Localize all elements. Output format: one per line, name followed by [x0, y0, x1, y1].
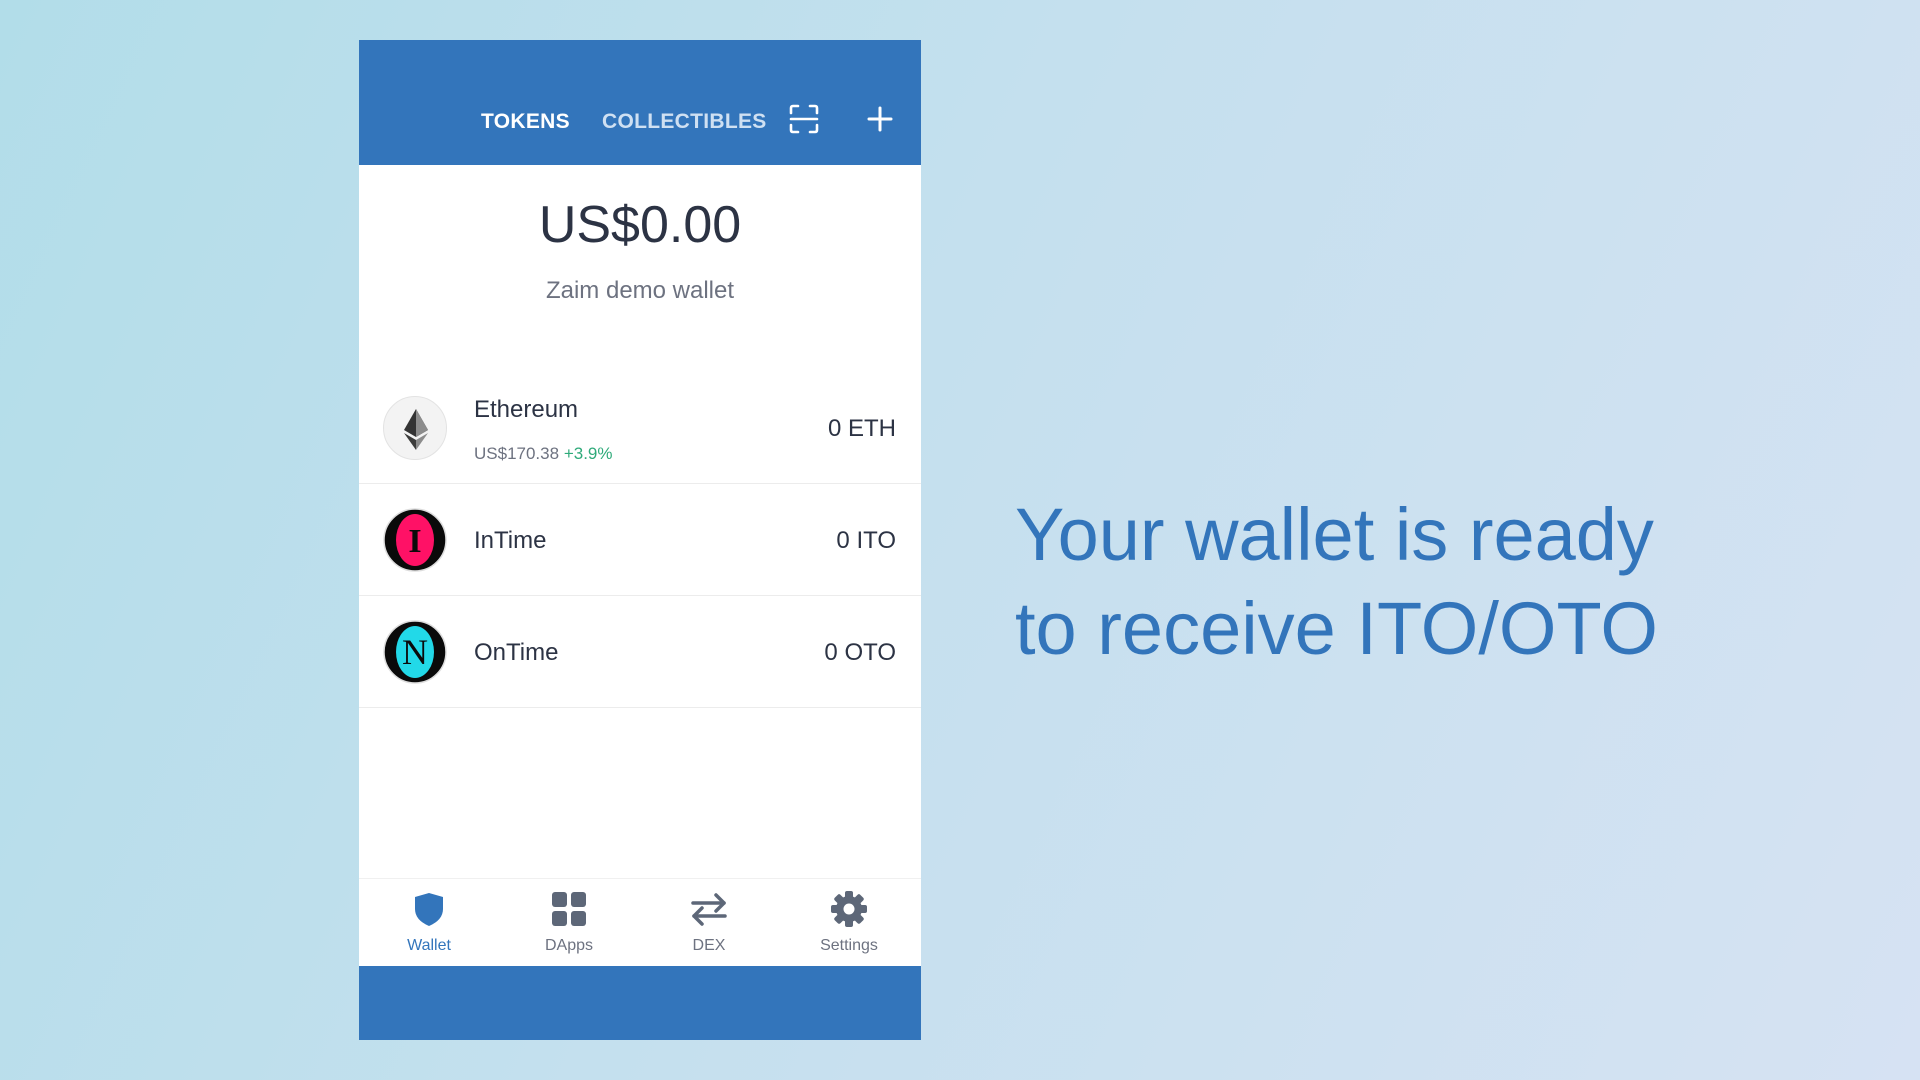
- shield-icon: [409, 889, 449, 929]
- token-amount: 0 OTO: [824, 639, 896, 666]
- nav-dapps[interactable]: DApps: [499, 879, 639, 967]
- gear-icon: [829, 889, 869, 929]
- token-row-ontime[interactable]: N OnTime 0 OTO: [359, 596, 921, 708]
- token-price: US$170.38: [474, 444, 560, 463]
- nav-label: Settings: [820, 937, 878, 954]
- token-amount: 0 ITO: [836, 527, 896, 554]
- add-icon[interactable]: [867, 106, 893, 132]
- grid-icon: [549, 889, 589, 929]
- ontime-logo: N: [383, 620, 447, 684]
- headline-line-1: Your wallet is ready: [1015, 493, 1654, 576]
- top-app-bar: TOKENS COLLECTIBLES: [359, 40, 921, 165]
- token-name: InTime: [474, 527, 547, 554]
- ethereum-logo: [383, 396, 447, 460]
- token-row-ethereum[interactable]: Ethereum US$170.38 +3.9% 0 ETH: [359, 372, 921, 484]
- intime-logo-letter: I: [408, 523, 421, 560]
- total-balance: US$0.00: [538, 196, 742, 254]
- ontime-logo-letter: N: [402, 632, 428, 672]
- nav-dex[interactable]: DEX: [639, 879, 779, 967]
- bottom-nav: Wallet DApps DEX Settings: [359, 878, 921, 966]
- nav-label: Wallet: [407, 937, 451, 954]
- nav-settings[interactable]: Settings: [779, 879, 919, 967]
- intime-logo: I: [383, 508, 447, 572]
- token-name: OnTime: [474, 639, 559, 666]
- headline: Your wallet is ready to receive ITO/OTO: [1015, 488, 1658, 676]
- nav-wallet[interactable]: Wallet: [359, 879, 499, 967]
- token-name: Ethereum: [474, 396, 579, 423]
- phone-screen: TOKENS COLLECTIBLES US$0.00 Zaim demo wa…: [359, 40, 921, 1040]
- token-amount: 0 ETH: [827, 415, 896, 442]
- system-bottom-bar: [359, 966, 921, 1040]
- token-change: +3.9%: [563, 444, 613, 463]
- headline-line-2: to receive ITO/OTO: [1015, 587, 1658, 670]
- wallet-name[interactable]: Zaim demo wallet: [359, 277, 921, 305]
- tab-collectibles[interactable]: COLLECTIBLES: [602, 110, 767, 134]
- tab-tokens[interactable]: TOKENS: [481, 110, 570, 134]
- nav-label: DApps: [544, 937, 594, 954]
- swap-arrows-icon: [689, 889, 729, 929]
- token-row-intime[interactable]: I InTime 0 ITO: [359, 484, 921, 596]
- token-price-line: US$170.38 +3.9%: [474, 444, 613, 464]
- nav-label: DEX: [692, 937, 726, 954]
- scan-icon[interactable]: [789, 104, 819, 134]
